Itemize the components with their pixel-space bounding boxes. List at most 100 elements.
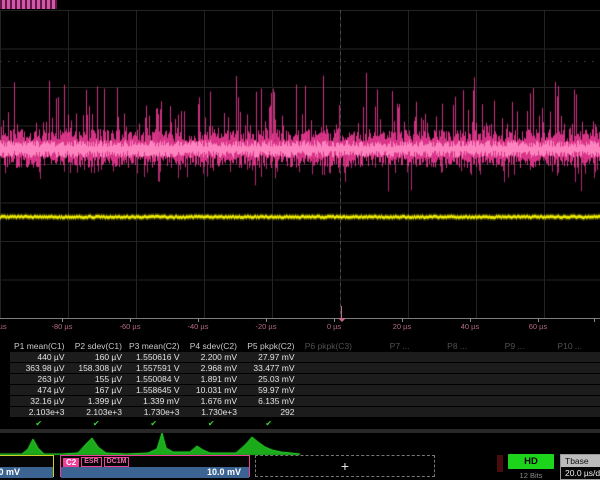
- c2-dc1m-badge: DC1M: [104, 457, 130, 467]
- measurement-value-cell: 1.550616 V: [125, 352, 183, 362]
- measurement-value-cell: [413, 374, 471, 384]
- measurement-header-cell[interactable]: P1 mean(C1): [10, 341, 68, 352]
- measurement-value-cell: 155 µV: [68, 374, 126, 384]
- measurement-value-cell: [585, 385, 600, 395]
- measurement-value-cell: 363.98 µV: [10, 363, 68, 373]
- measurement-value-cell: [528, 396, 586, 406]
- measurement-value-cell: [355, 385, 413, 395]
- c2-scale-value: 10.0 mV: [61, 467, 249, 478]
- measurement-value-cell: 1.891 mV: [183, 374, 241, 384]
- measurement-header-cell[interactable]: P5 pkpk(C2): [240, 341, 298, 352]
- timebase-value: 20.0 µs/div: [561, 467, 600, 479]
- measurement-value-cell: [413, 396, 471, 406]
- measurement-header-cell[interactable]: P7 ...: [355, 341, 413, 352]
- measurement-table: P1 mean(C1)P2 sdev(C1)P3 mean(C2)P4 sdev…: [10, 341, 600, 429]
- measurement-row: 440 µV160 µV1.550616 V2.200 mV27.97 mV: [10, 352, 600, 363]
- measurement-value-cell: [585, 407, 600, 417]
- measurement-status-check: [355, 418, 413, 429]
- measurement-value-cell: 1.730e+3: [125, 407, 183, 417]
- measurement-value-cell: [355, 363, 413, 373]
- measurement-value-cell: [413, 363, 471, 373]
- axis-tick-label: -40 µs: [188, 322, 209, 331]
- measurement-value-cell: 2.103e+3: [10, 407, 68, 417]
- axis-tick-label: 0 µs: [327, 322, 341, 331]
- measurement-value-cell: [298, 407, 356, 417]
- measurement-status-check: [298, 418, 356, 429]
- measurement-value-cell: [470, 396, 528, 406]
- measurement-value-cell: [298, 396, 356, 406]
- measurement-row: 32.16 µV1.399 µV1.339 mV1.676 mV6.135 mV: [10, 396, 600, 407]
- measurement-value-cell: [470, 363, 528, 373]
- measurement-value-cell: 1.730e+3: [183, 407, 241, 417]
- measurement-status-check: ✔: [68, 418, 126, 429]
- channel-c1-descriptor[interactable]: C1 DC1M 10.0 mV: [0, 455, 54, 477]
- measurement-header-cell[interactable]: P2 sdev(C1): [68, 341, 126, 352]
- measurement-row: 363.98 µV158.308 µV1.557591 V2.968 mV33.…: [10, 363, 600, 374]
- measurement-header-cell[interactable]: P4 sdev(C2): [183, 341, 241, 352]
- measurement-header-cell[interactable]: P3 mean(C2): [125, 341, 183, 352]
- measurement-value-cell: [470, 385, 528, 395]
- channel-c2-descriptor[interactable]: C2 ESRDC1M 10.0 mV: [60, 455, 250, 477]
- axis-tick-label: 20 µs: [393, 322, 412, 331]
- measurement-value-cell: 1.557591 V: [125, 363, 183, 373]
- trigger-position-marker[interactable]: [341, 306, 342, 318]
- measurement-table-footer-bar: [0, 429, 600, 433]
- measurement-value-cell: [355, 407, 413, 417]
- hd-mode-badge[interactable]: HD: [508, 454, 554, 469]
- partial-box-sliver: [497, 455, 503, 472]
- add-channel-button[interactable]: +: [255, 455, 435, 477]
- oscilloscope-screen: { "colors": { "c2_trace": "#ff3da0", "c2…: [0, 0, 600, 480]
- measurement-status-check: [413, 418, 471, 429]
- c2-label-badge: C2: [63, 458, 79, 467]
- measurement-value-cell: [470, 407, 528, 417]
- measurement-row: 263 µV155 µV1.550084 V1.891 mV25.03 mV: [10, 374, 600, 385]
- measurement-status-check: ✔: [240, 418, 298, 429]
- measurement-value-cell: [470, 352, 528, 362]
- timebase-descriptor[interactable]: Tbase 20.0 µs/div: [560, 454, 600, 480]
- measurement-value-cell: 32.16 µV: [10, 396, 68, 406]
- measurement-value-cell: 6.135 mV: [240, 396, 298, 406]
- axis-tick-label: -100 µs: [0, 322, 7, 331]
- timebase-title: Tbase: [561, 455, 600, 467]
- measurement-value-cell: [528, 407, 586, 417]
- measurement-value-cell: 1.550084 V: [125, 374, 183, 384]
- measurement-value-cell: [355, 396, 413, 406]
- measurement-header-cell[interactable]: P11 ...: [585, 341, 600, 352]
- time-axis-ticks: [0, 318, 600, 322]
- measurement-row: 474 µV167 µV1.558645 V10.031 mV59.97 mV: [10, 385, 600, 396]
- measurement-value-cell: [413, 407, 471, 417]
- measurement-value-cell: 33.477 mV: [240, 363, 298, 373]
- measurement-value-cell: [355, 352, 413, 362]
- measurement-value-cell: 1.558645 V: [125, 385, 183, 395]
- measurement-status-check: ✔: [183, 418, 241, 429]
- measurement-value-cell: 167 µV: [68, 385, 126, 395]
- c2-esr-badge: ESR: [81, 457, 101, 467]
- measurement-header-cell[interactable]: P8 ...: [413, 341, 471, 352]
- measurement-value-cell: [528, 385, 586, 395]
- measurement-value-cell: 2.103e+3: [68, 407, 126, 417]
- measurement-status-check: ✔: [10, 418, 68, 429]
- axis-tick-label: -60 µs: [120, 322, 141, 331]
- measurement-value-cell: [298, 374, 356, 384]
- axis-tick-label: 40 µs: [461, 322, 480, 331]
- measurement-status-check: [585, 418, 600, 429]
- measurement-value-cell: [470, 374, 528, 384]
- measurement-value-cell: 292: [240, 407, 298, 417]
- measurement-value-cell: 2.968 mV: [183, 363, 241, 373]
- measurement-value-cell: 1.399 µV: [68, 396, 126, 406]
- measurement-header-cell[interactable]: P6 pkpk(C3): [298, 341, 356, 352]
- measurement-value-cell: [528, 374, 586, 384]
- measurement-value-cell: [413, 352, 471, 362]
- measurement-header-cell[interactable]: P10 ...: [528, 341, 586, 352]
- measurement-status-check: [470, 418, 528, 429]
- measurement-body: 440 µV160 µV1.550616 V2.200 mV27.97 mV36…: [10, 352, 600, 418]
- measurement-header-cell[interactable]: P9 ...: [470, 341, 528, 352]
- measurement-status-check: [528, 418, 586, 429]
- measurement-value-cell: [585, 352, 600, 362]
- plus-icon: +: [341, 458, 349, 474]
- hd-bits-label: 12 Bits: [508, 471, 554, 480]
- menu-strip-badge[interactable]: [0, 0, 57, 9]
- measurement-value-cell: [585, 396, 600, 406]
- measurement-value-cell: [528, 352, 586, 362]
- measurement-value-cell: 27.97 mV: [240, 352, 298, 362]
